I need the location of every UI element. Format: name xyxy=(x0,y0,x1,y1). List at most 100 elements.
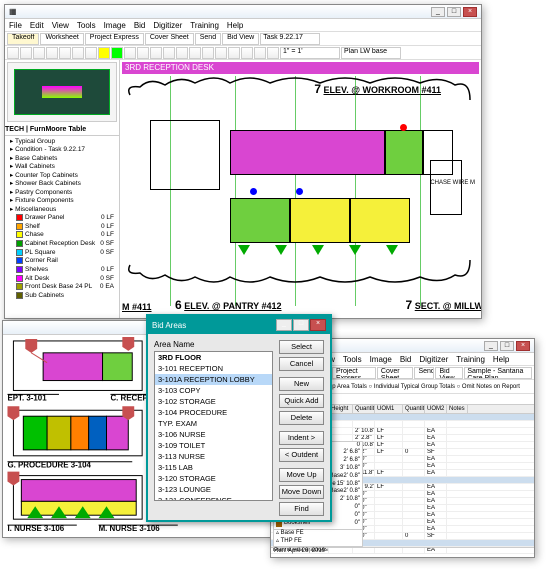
swatch-item[interactable]: Alt Desk0 SF xyxy=(8,275,116,284)
col-header[interactable]: Height xyxy=(329,405,353,413)
col-header[interactable]: UOM1 xyxy=(375,405,403,413)
col-header[interactable]: UOM2 xyxy=(425,405,447,413)
menu-item[interactable]: Digitizer xyxy=(153,21,182,30)
swatch-item[interactable]: Shelf0 LF xyxy=(8,223,116,232)
tool-button[interactable] xyxy=(20,47,32,59)
list-item[interactable]: 3-115 LAB xyxy=(155,462,272,473)
tool-button[interactable] xyxy=(124,47,136,59)
new-button[interactable]: New xyxy=(279,377,324,391)
maximize-button[interactable]: □ xyxy=(500,341,514,351)
tool-button[interactable] xyxy=(215,47,227,59)
drawing-canvas[interactable]: 3RD RECEPTION DESK 7 ELEV. @ WORKROOM #4… xyxy=(120,60,481,318)
col-header[interactable]: Notes xyxy=(447,405,468,413)
tool-button[interactable] xyxy=(150,47,162,59)
find-button[interactable]: Find xyxy=(279,502,324,516)
col-header[interactable]: Quantity 1 xyxy=(353,405,375,413)
close-button[interactable]: × xyxy=(463,7,477,17)
tool-button[interactable] xyxy=(228,47,240,59)
close-button[interactable]: × xyxy=(516,341,530,351)
menu-item[interactable]: View xyxy=(52,21,69,30)
tool-button[interactable] xyxy=(111,47,123,59)
tab[interactable]: Cover Sheet xyxy=(377,367,414,379)
delete-button[interactable]: Delete xyxy=(279,411,324,425)
tab-project-express[interactable]: Project Express xyxy=(85,33,144,45)
titlebar[interactable]: ▦ _ □ × xyxy=(5,5,481,19)
tab-worksheet[interactable]: Worksheet xyxy=(40,33,83,45)
tool-button[interactable] xyxy=(98,47,110,59)
menu-item[interactable]: Tools xyxy=(77,21,96,30)
indent--button[interactable]: Indent > xyxy=(279,431,324,445)
tool-button[interactable] xyxy=(85,47,97,59)
tab[interactable]: Send xyxy=(414,367,434,379)
menu-item[interactable]: Training xyxy=(190,21,219,30)
dialog-titlebar[interactable]: Bid Areas _ □ × xyxy=(148,316,330,334)
minimize-button[interactable]: _ xyxy=(431,7,445,17)
list-item[interactable]: 3-109 TOILET xyxy=(155,440,272,451)
tree-item[interactable]: ▸ Wall Cabinets xyxy=(8,163,116,171)
swatch-item[interactable]: PL Square0 SF xyxy=(8,249,116,258)
maximize-button[interactable]: □ xyxy=(447,7,461,17)
-outdent-button[interactable]: < Outdent xyxy=(279,448,324,462)
area-listbox[interactable]: 3RD FLOOR 3-101 RECEPTION 3-101A RECEPTI… xyxy=(154,351,273,501)
menu-item[interactable]: Bid xyxy=(134,21,146,30)
menu-item[interactable]: Image xyxy=(370,355,392,364)
menu-item[interactable]: Bid xyxy=(400,355,412,364)
list-item[interactable]: 3RD FLOOR xyxy=(155,352,272,363)
list-item[interactable]: 3-113 NURSE xyxy=(155,451,272,462)
tree-item[interactable]: ▸ Counter Top Cabinets xyxy=(8,172,116,180)
condition-tree[interactable]: ▸ Typical Group▸ Condition - Task 9.22.1… xyxy=(5,136,119,303)
menu-item[interactable]: Digitizer xyxy=(419,355,448,364)
list-item[interactable]: 3-101 RECEPTION xyxy=(155,363,272,374)
tool-button[interactable] xyxy=(59,47,71,59)
maximize-button[interactable]: □ xyxy=(293,319,309,331)
scale-dropdown[interactable]: 1" = 1' xyxy=(280,47,340,59)
tool-button[interactable] xyxy=(254,47,266,59)
menu-item[interactable]: Image xyxy=(104,21,126,30)
select-button[interactable]: Select xyxy=(279,340,324,354)
menu-item[interactable]: Help xyxy=(227,21,243,30)
menu-item[interactable]: Training xyxy=(456,355,485,364)
list-item[interactable]: 3-123 LOUNGE xyxy=(155,484,272,495)
swatch-item[interactable]: Corner Rail xyxy=(8,257,116,266)
tool-button[interactable] xyxy=(7,47,19,59)
list-item[interactable]: 3-121 CONFERENCE xyxy=(155,495,272,501)
tree-item[interactable]: ▸ Pastry Components xyxy=(8,189,116,197)
tab-cover-sheet[interactable]: Cover Sheet xyxy=(145,33,194,45)
move-down-button[interactable]: Move Down xyxy=(279,485,324,499)
tab-bid-view[interactable]: Bid View xyxy=(222,33,259,45)
tree-item[interactable]: ▸ Typical Group xyxy=(8,138,116,146)
legend-item[interactable]: ▵ THP FE xyxy=(274,538,362,546)
swatch-item[interactable]: Shelves0 LF xyxy=(8,266,116,275)
tool-button[interactable] xyxy=(137,47,149,59)
view-dropdown[interactable]: Plan LW base xyxy=(341,47,401,59)
tree-item[interactable]: ▸ Miscellaneous xyxy=(8,206,116,214)
menu-item[interactable]: Tools xyxy=(343,355,362,364)
menu-item[interactable]: Edit xyxy=(30,21,44,30)
list-item[interactable]: 3-120 STORAGE xyxy=(155,473,272,484)
quick-add-button[interactable]: Quick Add xyxy=(279,394,324,408)
close-button[interactable]: × xyxy=(310,319,326,331)
swatch-item[interactable]: Sub Cabinets xyxy=(8,292,116,301)
tab-takeoff[interactable]: Takeoff xyxy=(7,33,39,45)
preview-thumbnail[interactable] xyxy=(7,62,117,122)
tree-item[interactable]: ▸ Shower Back Cabinets xyxy=(8,180,116,188)
project-dropdown[interactable]: Sample - Santana Care Plan xyxy=(464,367,532,379)
tool-button[interactable] xyxy=(163,47,175,59)
tool-button[interactable] xyxy=(176,47,188,59)
tool-button[interactable] xyxy=(72,47,84,59)
move-up-button[interactable]: Move Up xyxy=(279,468,324,482)
tab[interactable]: Project Express xyxy=(332,367,376,379)
legend-item[interactable]: ▵ Base FE xyxy=(274,530,362,538)
minimize-button[interactable]: _ xyxy=(484,341,498,351)
tab-send[interactable]: Send xyxy=(195,33,221,45)
menu-item[interactable]: File xyxy=(9,21,22,30)
tool-button[interactable] xyxy=(241,47,253,59)
tab[interactable]: Bid View xyxy=(435,367,463,379)
tree-item[interactable]: ▸ Fixture Components xyxy=(8,197,116,205)
swatch-item[interactable]: Front Desk Base 24 PL0 EA xyxy=(8,283,116,292)
minimize-button[interactable]: _ xyxy=(276,319,292,331)
tree-item[interactable]: ▸ Base Cabinets xyxy=(8,155,116,163)
tool-button[interactable] xyxy=(267,47,279,59)
task-dropdown[interactable]: Task 9.22.17 xyxy=(260,33,320,45)
swatch-item[interactable]: Cabinet Reception Desk0 SF xyxy=(8,240,116,249)
